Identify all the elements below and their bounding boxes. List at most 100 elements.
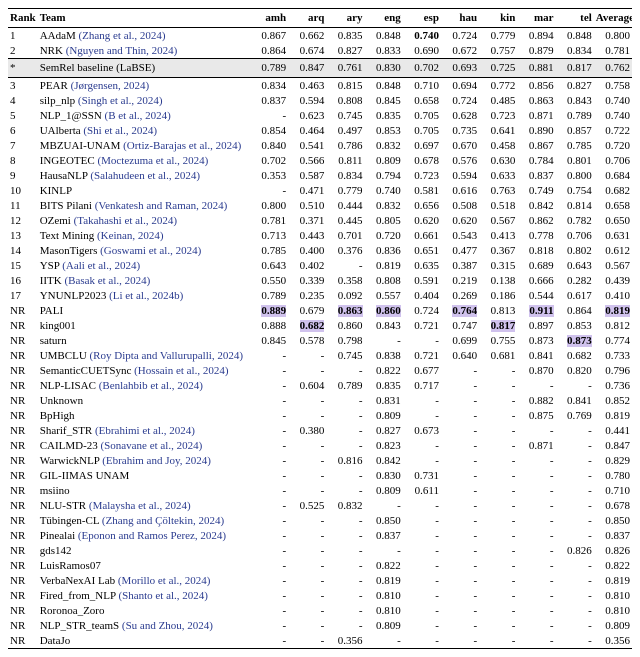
cell-rank: * bbox=[8, 59, 38, 78]
cell-value: - bbox=[326, 513, 364, 528]
table-row: NRUnknown---0.831---0.8820.8410.852 bbox=[8, 393, 632, 408]
cell-value: - bbox=[441, 438, 479, 453]
table-row: 15YSP (Aali et al., 2024)0.6430.402-0.81… bbox=[8, 258, 632, 273]
cell-value: - bbox=[517, 423, 555, 438]
cell-value: - bbox=[250, 108, 288, 123]
cell-team: PEAR (Jørgensen, 2024) bbox=[38, 78, 250, 94]
citation-link[interactable]: (Ebrahim and Joy, 2024) bbox=[102, 455, 211, 467]
col-mar: mar bbox=[517, 9, 555, 28]
cell-value: 0.339 bbox=[288, 273, 326, 288]
cell-value: 0.581 bbox=[403, 183, 441, 198]
citation-link[interactable]: (Shanto et al., 2024) bbox=[118, 590, 208, 602]
cell-value: - bbox=[479, 513, 517, 528]
cell-value: 0.697 bbox=[403, 138, 441, 153]
cell-value: - bbox=[288, 453, 326, 468]
cell-value: 0.863 bbox=[517, 93, 555, 108]
citation-link[interactable]: (Goswami et al., 2024) bbox=[100, 245, 201, 257]
cell-team: OZemi (Takahashi et al., 2024) bbox=[38, 213, 250, 228]
cell-rank: NR bbox=[8, 483, 38, 498]
cell-value: 0.701 bbox=[326, 228, 364, 243]
table-row: 7MBZUAI-UNAM (Ortiz-Barajas et al., 2024… bbox=[8, 138, 632, 153]
table-row: NRSharif_STR (Ebrahimi et al., 2024)-0.3… bbox=[8, 423, 632, 438]
cell-value: 0.867 bbox=[250, 28, 288, 44]
cell-value: - bbox=[288, 573, 326, 588]
cell-value: 0.789 bbox=[326, 378, 364, 393]
cell-team: BpHigh bbox=[38, 408, 250, 423]
cell-value: 0.819 bbox=[594, 573, 632, 588]
citation-link[interactable]: (Eponon and Ramos Perez, 2024) bbox=[78, 530, 226, 542]
cell-value: - bbox=[326, 558, 364, 573]
table-row: NRNLP-LISAC (Benlahbib et al., 2024)-0.6… bbox=[8, 378, 632, 393]
cell-value: 0.813 bbox=[479, 303, 517, 318]
table-row: 8INGEOTEC (Moctezuma et al., 2024)0.7020… bbox=[8, 153, 632, 168]
citation-link[interactable]: (Jørgensen, 2024) bbox=[71, 80, 150, 92]
cell-rank: 11 bbox=[8, 198, 38, 213]
citation-link[interactable]: (Salahudeen et al., 2024) bbox=[90, 170, 200, 182]
citation-link[interactable]: (Su and Zhou, 2024) bbox=[122, 620, 213, 632]
citation-link[interactable]: (Zhang et al., 2024) bbox=[79, 30, 166, 42]
cell-team: SemRel baseline (LaBSE) bbox=[38, 59, 250, 78]
citation-link[interactable]: (Li et al., 2024b) bbox=[109, 290, 183, 302]
table-row: 6UAlberta (Shi et al., 2024)0.8540.4640.… bbox=[8, 123, 632, 138]
cell-value: 0.889 bbox=[250, 303, 288, 318]
cell-value: 0.681 bbox=[479, 348, 517, 363]
cell-value: 0.854 bbox=[250, 123, 288, 138]
cell-value: 0.755 bbox=[479, 333, 517, 348]
cell-value: - bbox=[250, 453, 288, 468]
cell-value: - bbox=[556, 453, 594, 468]
citation-link[interactable]: (Ebrahimi et al., 2024) bbox=[95, 425, 195, 437]
cell-value: 0.873 bbox=[556, 333, 594, 348]
cell-value: - bbox=[250, 468, 288, 483]
cell-value: - bbox=[441, 513, 479, 528]
cell-value: 0.682 bbox=[288, 318, 326, 333]
citation-link[interactable]: (Roy Dipta and Vallurupalli, 2024) bbox=[90, 350, 243, 362]
cell-value: 0.672 bbox=[441, 43, 479, 59]
citation-link[interactable]: (Morillo et al., 2024) bbox=[118, 575, 211, 587]
citation-link[interactable]: (Takahashi et al., 2024) bbox=[74, 215, 177, 227]
cell-value: - bbox=[479, 603, 517, 618]
cell-value: - bbox=[441, 558, 479, 573]
citation-link[interactable]: (Shi et al., 2024) bbox=[83, 125, 157, 137]
citation-link[interactable]: (Basak et al., 2024) bbox=[64, 275, 150, 287]
cell-value: 0.353 bbox=[250, 168, 288, 183]
table-row: NRsaturn0.8450.5780.798--0.6990.7550.873… bbox=[8, 333, 632, 348]
citation-link[interactable]: (Venkatesh and Raman, 2024) bbox=[95, 200, 228, 212]
cell-value: 0.758 bbox=[594, 78, 632, 94]
cell-value: 0.805 bbox=[365, 213, 403, 228]
cell-value: - bbox=[250, 573, 288, 588]
cell-value: 0.769 bbox=[556, 408, 594, 423]
cell-value: - bbox=[479, 363, 517, 378]
citation-link[interactable]: (Ortiz-Barajas et al., 2024) bbox=[123, 140, 241, 152]
citation-link[interactable]: (Benlahbib et al., 2024) bbox=[99, 380, 203, 392]
cell-value: 0.724 bbox=[441, 93, 479, 108]
cell-team: Text Mining (Keinan, 2024) bbox=[38, 228, 250, 243]
citation-link[interactable]: (Aali et al., 2024) bbox=[62, 260, 140, 272]
cell-value: - bbox=[479, 633, 517, 649]
cell-value: 0.566 bbox=[288, 153, 326, 168]
cell-rank: 17 bbox=[8, 288, 38, 303]
cell-value: - bbox=[403, 513, 441, 528]
cell-value: 0.782 bbox=[556, 213, 594, 228]
cell-value: 0.594 bbox=[441, 168, 479, 183]
cell-rank: 15 bbox=[8, 258, 38, 273]
citation-link[interactable]: (Singh et al., 2024) bbox=[78, 95, 163, 107]
citation-link[interactable]: (Keinan, 2024) bbox=[97, 230, 164, 242]
citation-link[interactable]: (Sonavane et al., 2024) bbox=[101, 440, 203, 452]
cell-value: 0.635 bbox=[403, 258, 441, 273]
cell-value: - bbox=[441, 483, 479, 498]
citation-link[interactable]: (Hossain et al., 2024) bbox=[134, 365, 228, 377]
col-eng: eng bbox=[365, 9, 403, 28]
citation-link[interactable]: (Moctezuma et al., 2024) bbox=[97, 155, 208, 167]
cell-value: 0.682 bbox=[594, 183, 632, 198]
cell-value: - bbox=[441, 408, 479, 423]
cell-value: 0.827 bbox=[326, 43, 364, 59]
citation-link[interactable]: (Malaysha et al., 2024) bbox=[89, 500, 191, 512]
cell-value: 0.693 bbox=[441, 59, 479, 78]
citation-link[interactable]: (B et al., 2024) bbox=[105, 110, 171, 122]
cell-value: 0.800 bbox=[556, 168, 594, 183]
cell-value: 0.832 bbox=[365, 198, 403, 213]
citation-link[interactable]: (Nguyen and Thin, 2024) bbox=[66, 45, 178, 57]
cell-value: - bbox=[288, 513, 326, 528]
cell-value: - bbox=[250, 183, 288, 198]
citation-link[interactable]: (Zhang and Çöltekin, 2024) bbox=[102, 515, 224, 527]
